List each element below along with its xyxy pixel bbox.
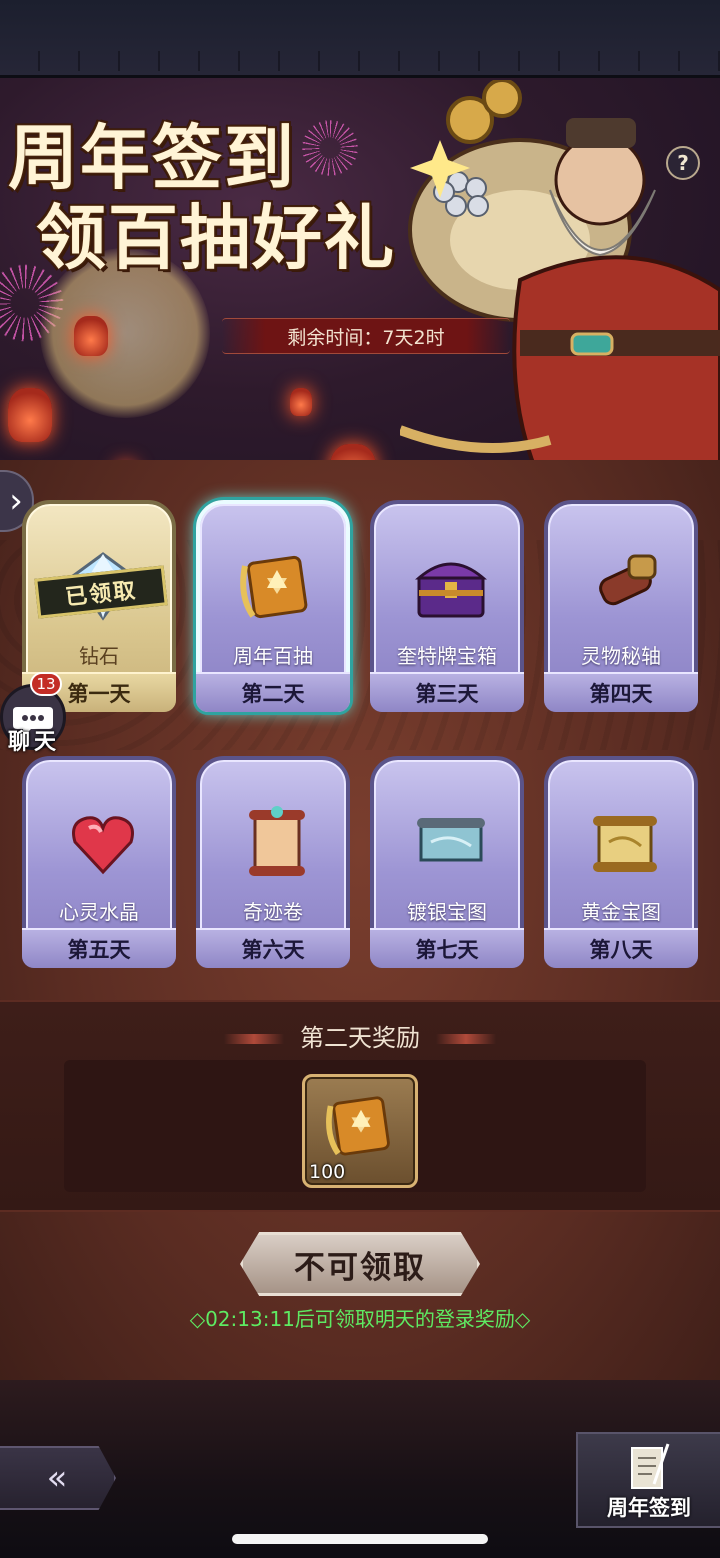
item-name: 周年百抽 [233,644,313,668]
day-label: 第六天 [196,928,350,968]
reward-title-text: 第二天奖励 [300,1024,420,1052]
chevron-right-icon: › [9,481,23,521]
day-card-2[interactable]: 周年百抽 第二天 [196,500,350,712]
anniversary-ticket-icon [326,1096,390,1156]
anniversary-ticket-icon [240,555,308,619]
day-card-6[interactable]: 奇迹卷 第六天 [196,756,350,968]
lantern-decoration [8,388,52,442]
home-indicator[interactable] [232,1534,488,1544]
tab-label: 周年签到 [607,1496,691,1520]
item-name: 黄金宝图 [581,900,661,924]
miracle-scroll-icon [249,806,305,876]
ornament-right [436,1034,496,1044]
chat-unread-badge: 13 [30,672,62,696]
remaining-time-banner: 剩余时间：7天2时 [222,318,510,354]
day-label: 第三天 [370,672,524,712]
event-title-line2: 领百抽好礼 [36,196,396,279]
item-name: 奇迹卷 [243,900,303,924]
gold-map-icon [593,816,657,872]
back-button[interactable]: « [0,1446,116,1510]
ornament-left [224,1034,284,1044]
day-label: 第五天 [22,928,176,968]
day-card-5[interactable]: 心灵水晶 第五天 [22,756,176,968]
event-title-line1: 周年签到 [8,116,296,199]
item-name: 镀银宝图 [407,900,487,924]
item-name: 心灵水晶 [59,900,139,924]
day-label: 第八天 [544,928,698,968]
day-label: 第二天 [196,672,350,712]
fortune-god-illustration [400,80,720,500]
next-reward-hint: ◇02:13:11后可领取明天的登录奖励◇ [189,1307,531,1331]
help-button[interactable]: ? [666,146,700,180]
item-name: 钻石 [79,644,119,668]
item-name: 灵物秘轴 [581,644,661,668]
day-card-3[interactable]: 奎特牌宝箱 第三天 [370,500,524,712]
day-label: 第四天 [544,672,698,712]
day-label: 第七天 [370,928,524,968]
event-title: 周年签到 领百抽好礼 [8,118,408,278]
anniversary-signin-tab[interactable]: 周年签到 [576,1432,720,1528]
scroll-quill-icon [631,1443,670,1489]
lantern-decoration [74,316,108,356]
reward-title: 第二天奖励 [0,1018,720,1053]
day-card-8[interactable]: 黄金宝图 第八天 [544,756,698,968]
day-card-grid: 已领取 钻石 第一天 周年百抽 第二天 奎特牌宝箱 第三天 灵物秘轴 第四天 心… [22,500,700,968]
spirit-scroll-icon [599,554,657,606]
heart-crystal-icon [72,816,134,875]
top-bar [0,0,720,78]
chat-label[interactable]: 聊天 [8,724,60,756]
reward-item[interactable]: 100 [302,1074,418,1188]
day-card-7[interactable]: 镀银宝图 第七天 [370,756,524,968]
reward-quantity: 100 [309,1161,346,1183]
claimed-stamp: 已领取 [34,565,168,619]
silver-map-icon [417,818,485,862]
vine-decoration [0,51,720,71]
claim-button[interactable]: 不可领取 [240,1232,480,1296]
back-arrow-icon: « [46,1458,68,1498]
item-name: 奎特牌宝箱 [397,644,497,668]
lantern-decoration [290,388,312,416]
treasure-chest-icon [415,562,487,618]
day-card-4[interactable]: 灵物秘轴 第四天 [544,500,698,712]
